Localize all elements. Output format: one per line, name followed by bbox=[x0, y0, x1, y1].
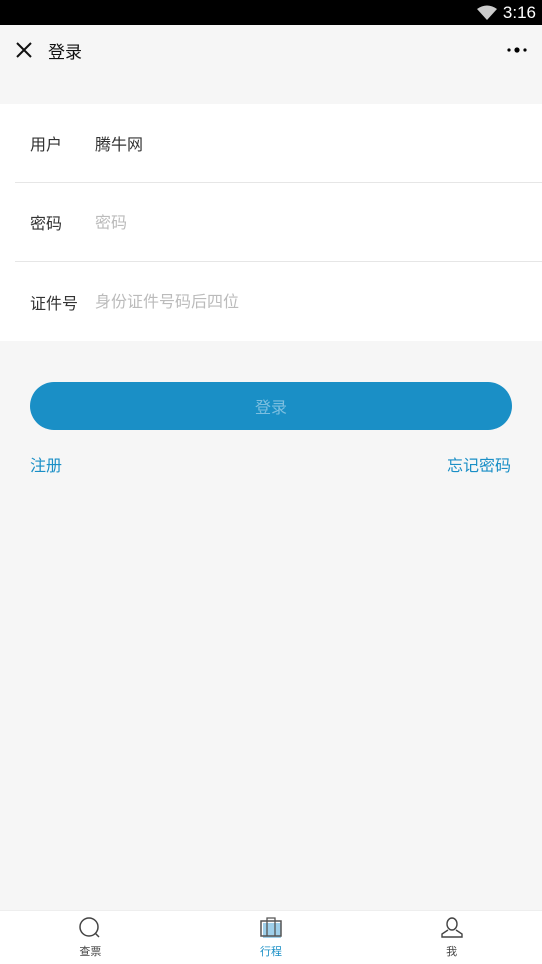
status-time: 3:16 bbox=[502, 2, 536, 22]
password-row: 密码 bbox=[15, 183, 542, 262]
login-button[interactable]: 登录 bbox=[30, 382, 512, 430]
tab-label: 查票 bbox=[79, 945, 102, 958]
register-link[interactable]: 注册 bbox=[30, 452, 62, 476]
tab-label: 我 bbox=[446, 945, 458, 958]
username-input[interactable] bbox=[95, 133, 475, 153]
password-input[interactable] bbox=[95, 212, 475, 232]
tab-itinerary[interactable]: 行程 bbox=[181, 911, 362, 964]
id-number-input[interactable] bbox=[95, 292, 475, 311]
close-icon[interactable] bbox=[14, 40, 34, 60]
username-row: 用户 bbox=[15, 104, 542, 183]
id-number-row: 证件号 bbox=[15, 262, 542, 341]
user-icon bbox=[440, 917, 463, 938]
more-icon[interactable] bbox=[506, 46, 528, 54]
page-title: 登录 bbox=[48, 42, 82, 63]
forgot-password-link[interactable]: 忘记密码 bbox=[447, 452, 511, 476]
status-bar: 3:16 bbox=[0, 0, 542, 25]
wifi-icon bbox=[476, 5, 497, 20]
tab-search-tickets[interactable]: 查票 bbox=[0, 911, 181, 964]
suitcase-icon bbox=[260, 917, 282, 938]
tab-bar: 查票 行程 我 bbox=[0, 910, 542, 964]
id-number-label: 证件号 bbox=[30, 293, 79, 313]
nav-bar: 登录 bbox=[0, 25, 542, 75]
login-form: 用户 密码 证件号 bbox=[0, 104, 542, 341]
password-label: 密码 bbox=[30, 214, 63, 233]
username-label: 用户 bbox=[30, 135, 63, 154]
tab-me[interactable]: 我 bbox=[361, 911, 542, 964]
tab-label: 行程 bbox=[260, 945, 282, 958]
search-icon bbox=[79, 917, 100, 938]
